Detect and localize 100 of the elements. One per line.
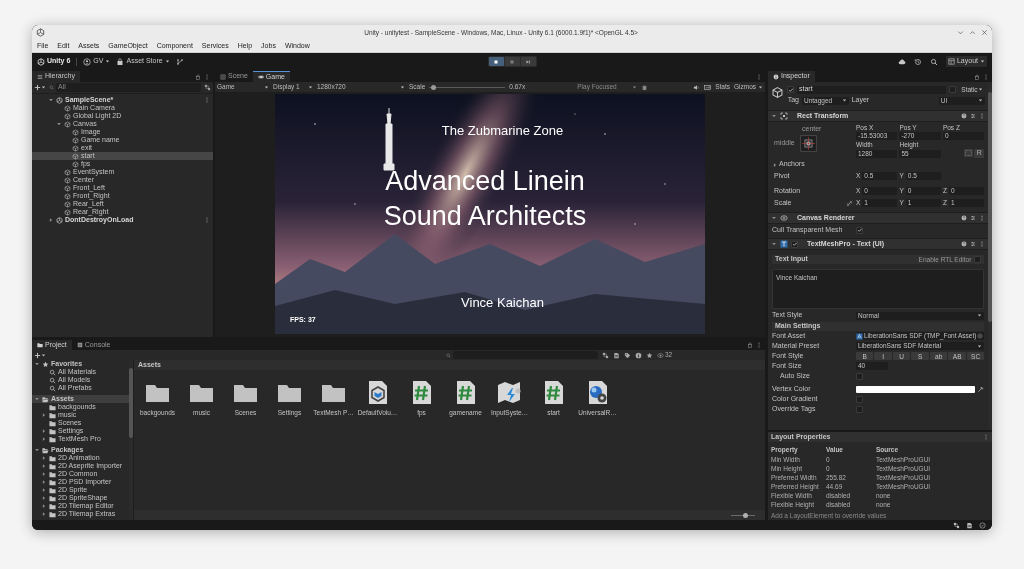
caret-icon [977, 313, 983, 318]
preset-icon[interactable] [970, 113, 977, 119]
network-icon[interactable] [953, 521, 960, 529]
scale-slider[interactable] [429, 84, 506, 90]
expand-arrow-icon[interactable] [41, 412, 47, 418]
user-icon [83, 57, 92, 66]
caret-icon [632, 84, 638, 90]
branch-icon[interactable] [175, 57, 184, 66]
eyedropper-icon[interactable] [977, 385, 985, 393]
pause-button[interactable] [504, 57, 520, 66]
tag-icon[interactable] [624, 351, 631, 359]
caret-icon [308, 84, 313, 90]
bug-icon[interactable] [641, 83, 649, 91]
caret-icon [41, 85, 46, 90]
map-bolt-icon [497, 380, 522, 405]
expand-arrow-icon[interactable] [56, 121, 62, 127]
expand-arrow-icon[interactable] [771, 215, 777, 221]
bag-icon [116, 57, 125, 66]
target-icon[interactable] [977, 333, 984, 339]
search-icon [446, 352, 451, 358]
author-name: Vince Kaichan [460, 294, 545, 312]
folder-icon [37, 342, 43, 348]
slider-thumb[interactable] [431, 84, 437, 90]
game-subtitle: The Zubmarine Zone [440, 122, 565, 140]
checkbox[interactable] [856, 405, 863, 413]
caret-icon [758, 84, 763, 90]
expand-arrow-icon[interactable] [41, 487, 47, 493]
star-icon[interactable] [646, 351, 653, 359]
expand-arrow-icon[interactable] [41, 495, 47, 501]
history-icon[interactable] [913, 57, 922, 66]
plus-icon [34, 84, 41, 91]
expand-arrow-icon[interactable] [34, 361, 40, 367]
help-icon[interactable] [961, 113, 968, 119]
font-asset-icon [856, 332, 863, 340]
anchor-preset-icon[interactable] [800, 134, 817, 152]
expand-arrow-icon[interactable] [41, 511, 47, 517]
checkbox[interactable] [856, 226, 863, 234]
color-field[interactable] [856, 385, 976, 393]
checkbox[interactable] [949, 86, 957, 93]
stop-button[interactable] [488, 57, 504, 66]
console-icon [76, 342, 83, 348]
slider-thumb[interactable] [743, 512, 749, 518]
caret-icon [977, 343, 983, 349]
checkbox[interactable] [974, 256, 982, 263]
expand-arrow-icon[interactable] [34, 447, 40, 453]
caret-icon [400, 84, 405, 90]
checkbox[interactable] [787, 86, 794, 93]
checkbox[interactable] [856, 372, 863, 380]
expand-arrow-icon[interactable] [34, 396, 40, 402]
blueprint-button[interactable] [964, 149, 974, 157]
layout-icon [947, 58, 955, 65]
caret-icon [105, 59, 111, 64]
info-icon [773, 73, 779, 80]
cube-icon [771, 86, 784, 99]
expand-arrow-icon[interactable] [41, 503, 47, 509]
expand-arrow-icon[interactable] [41, 436, 47, 442]
checkbox[interactable] [791, 240, 798, 248]
unlink-icon[interactable] [846, 199, 853, 207]
lock-icon[interactable] [195, 73, 201, 80]
maximize-icon[interactable] [969, 29, 976, 36]
expand-arrow-icon[interactable] [41, 455, 47, 461]
expand-arrow-icon[interactable] [41, 471, 47, 477]
unity-logo-icon [56, 216, 63, 224]
speaker-icon[interactable] [693, 83, 701, 91]
expand-arrow-icon[interactable] [41, 428, 47, 434]
info-icon[interactable] [635, 351, 642, 359]
expand-arrow-icon[interactable] [771, 113, 777, 119]
help-icon[interactable] [961, 215, 968, 221]
expand-arrow-icon[interactable] [41, 463, 47, 469]
cloud-icon[interactable] [897, 57, 906, 66]
lock-icon[interactable] [747, 342, 753, 348]
search-icon[interactable] [929, 57, 938, 66]
expand-arrow-icon[interactable] [771, 241, 777, 247]
preset-icon[interactable] [970, 241, 977, 247]
search-icon [49, 85, 54, 90]
add-button[interactable] [34, 351, 46, 359]
expand-arrow-icon[interactable] [41, 479, 47, 485]
eye-icon [780, 214, 788, 222]
filter-label-icon[interactable] [613, 351, 620, 359]
filter-type-icon[interactable] [602, 351, 609, 359]
unity-logo-icon [56, 96, 63, 104]
help-icon[interactable] [961, 241, 968, 247]
caret-icon [41, 352, 46, 358]
scene-icon [220, 73, 226, 80]
add-button[interactable] [34, 84, 46, 91]
check-circle-icon[interactable] [979, 521, 986, 529]
lock-icon[interactable] [974, 73, 980, 80]
hierarchy-filter-icon[interactable] [204, 84, 211, 91]
step-button[interactable] [520, 57, 536, 66]
expand-arrow-icon[interactable] [48, 217, 54, 223]
stats-icon[interactable] [704, 83, 712, 91]
document-icon[interactable] [966, 521, 973, 529]
close-icon[interactable] [981, 29, 988, 36]
preset-icon[interactable] [970, 215, 977, 221]
eye-icon [657, 351, 664, 359]
text-component-icon [780, 240, 788, 248]
step-icon [525, 58, 531, 65]
expand-arrow-icon[interactable] [48, 97, 54, 103]
checkbox[interactable] [856, 395, 863, 403]
plus-icon [34, 351, 41, 359]
